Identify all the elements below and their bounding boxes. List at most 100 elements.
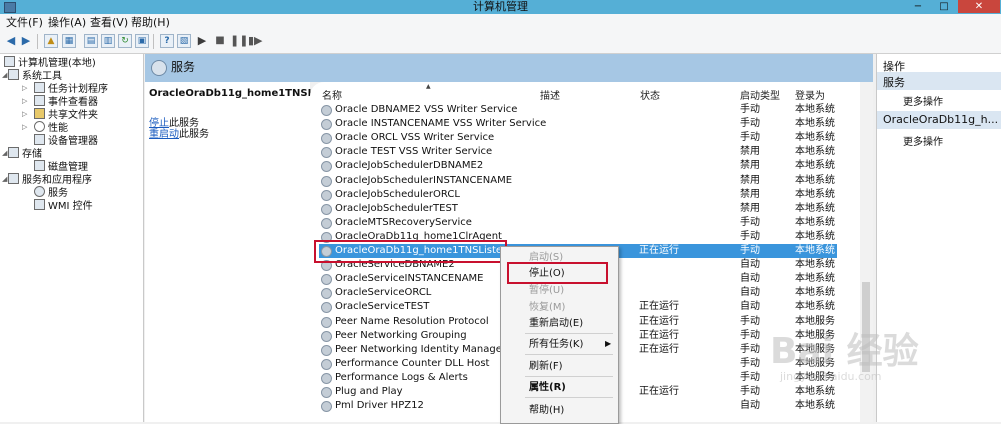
menu-all-tasks[interactable]: 所有任务(K)	[529, 338, 583, 351]
menu-refresh[interactable]: 刷新(F)	[529, 360, 563, 373]
table-row[interactable]: Oracle ORCL VSS Writer Service 手动 本地系统	[319, 131, 837, 145]
column-header-name[interactable]: 名称	[322, 87, 342, 102]
tree-label: 服务和应用程序	[22, 175, 92, 186]
show-hide-icon[interactable]: ▧	[177, 34, 191, 48]
expand-icon[interactable]: ▷	[22, 121, 30, 134]
start-service-icon[interactable]: ▶	[195, 34, 209, 48]
table-row[interactable]: OracleMTSRecoveryService 手动 本地系统	[319, 216, 837, 230]
column-header-description[interactable]: 描述	[540, 87, 560, 102]
pause-service-icon[interactable]: ❚❚	[230, 34, 248, 48]
device-manager-icon	[34, 134, 45, 145]
menu-properties[interactable]: 属性(R)	[529, 381, 566, 394]
menu-action[interactable]: 操作(A)	[48, 15, 86, 30]
service-startup-type: 自动	[740, 259, 760, 270]
menu-file[interactable]: 文件(F)	[6, 15, 43, 30]
menu-help[interactable]: 帮助(H)	[131, 15, 170, 30]
collapse-icon[interactable]: ◢	[2, 147, 10, 160]
tree-label: WMI 控件	[48, 201, 93, 212]
tree-services-apps[interactable]: ◢ 服务和应用程序	[2, 173, 92, 186]
event-viewer-icon	[34, 95, 45, 106]
more-actions-link[interactable]: 更多操作	[903, 133, 943, 148]
restart-service-link[interactable]: 重启动	[149, 129, 179, 140]
collapse-icon[interactable]: ◢	[2, 69, 10, 82]
service-log-on-as: 本地系统	[795, 231, 835, 242]
properties-icon[interactable]: ▤	[84, 34, 98, 48]
gear-icon	[34, 186, 45, 197]
stop-service-icon[interactable]: ■	[213, 34, 227, 48]
expand-icon[interactable]: ▷	[22, 82, 30, 95]
disk-icon	[34, 160, 45, 171]
tree-root[interactable]: 计算机管理(本地)	[4, 56, 96, 69]
tree-storage[interactable]: ◢ 存储	[2, 147, 42, 160]
export-list-icon[interactable]: ▥	[101, 34, 115, 48]
table-row[interactable]: Oracle DBNAME2 VSS Writer Service 手动 本地系统	[319, 103, 837, 117]
column-header-startup-type[interactable]: 启动类型	[740, 87, 780, 102]
services-header-title: 服务	[171, 60, 196, 74]
tree-label: 系统工具	[22, 71, 62, 82]
menu-bar: 文件(F) 操作(A) 查看(V) 帮助(H)	[0, 14, 1001, 31]
gear-icon	[321, 133, 332, 144]
menu-help[interactable]: 帮助(H)	[529, 404, 564, 417]
tree-device-manager[interactable]: 设备管理器	[34, 134, 98, 147]
tree-disk-management[interactable]: 磁盘管理	[34, 160, 88, 173]
refresh-icon[interactable]: ↻	[118, 34, 132, 48]
performance-icon	[34, 121, 45, 132]
more-actions-link[interactable]: 更多操作	[903, 93, 943, 108]
computer-icon	[4, 56, 15, 67]
toolbar-divider	[37, 34, 38, 49]
expand-icon[interactable]: ▷	[22, 95, 30, 108]
help-icon[interactable]: ?	[160, 34, 174, 48]
maximize-button[interactable]: □	[931, 0, 957, 13]
service-log-on-as: 本地系统	[795, 146, 835, 157]
gear-icon	[321, 288, 332, 299]
console-tree: 计算机管理(本地) ◢ 系统工具 ▷ 任务计划程序 ▷ 事件查看器 ▷ 共享文件夹 ▷ 性…	[0, 54, 144, 422]
tree-system-tools[interactable]: ◢ 系统工具	[2, 69, 62, 82]
column-header-status[interactable]: 状态	[640, 87, 660, 102]
restart-service-icon[interactable]: ▮▶	[248, 34, 263, 48]
table-row[interactable]: Oracle TEST VSS Writer Service 禁用 本地系统	[319, 145, 837, 159]
table-row[interactable]: Oracle INSTANCENAME VSS Writer Service 手动…	[319, 117, 837, 131]
table-row[interactable]: OracleJobSchedulerTEST 禁用 本地系统	[319, 202, 837, 216]
back-arrow-icon[interactable]: ◀	[4, 34, 18, 48]
wmi-icon	[34, 199, 45, 210]
service-name: Oracle DBNAME2 VSS Writer Service	[335, 104, 518, 115]
table-row[interactable]: OracleJobSchedulerORCL 禁用 本地系统	[319, 188, 837, 202]
view-icon[interactable]: ▣	[135, 34, 149, 48]
tree-label: 服务	[48, 188, 68, 199]
actions-section-services[interactable]: 服务	[877, 72, 1001, 90]
service-name: OracleJobSchedulerTEST	[335, 203, 458, 214]
collapse-icon[interactable]: ◢	[2, 173, 10, 186]
service-log-on-as: 本地系统	[795, 273, 835, 284]
gear-icon	[321, 331, 332, 342]
gear-icon	[321, 373, 332, 384]
service-startup-type: 自动	[740, 287, 760, 298]
actions-section-selected[interactable]: OracleOraDb11g_h...	[877, 111, 1001, 129]
column-header-log-on-as[interactable]: 登录为	[795, 87, 825, 102]
tree-event-viewer[interactable]: ▷ 事件查看器	[22, 95, 98, 108]
actions-section-label: 服务	[883, 76, 905, 89]
tree-shared-folders[interactable]: ▷ 共享文件夹	[22, 108, 98, 121]
tree-task-scheduler[interactable]: ▷ 任务计划程序	[22, 82, 108, 95]
forward-arrow-icon[interactable]: ▶	[19, 34, 33, 48]
close-button[interactable]: ✕	[958, 0, 1000, 13]
table-row[interactable]: OracleJobSchedulerINSTANCENAME 禁用 本地系统	[319, 174, 837, 188]
service-startup-type: 手动	[740, 118, 760, 129]
minimize-button[interactable]: −	[905, 0, 931, 13]
restart-service-text: 此服务	[179, 129, 209, 140]
service-startup-type: 自动	[740, 301, 760, 312]
menu-restart[interactable]: 重新启动(E)	[529, 317, 583, 330]
service-startup-type: 自动	[740, 273, 760, 284]
table-row[interactable]: OracleJobSchedulerDBNAME2 禁用 本地系统	[319, 159, 837, 173]
gear-icon	[321, 119, 332, 130]
tree-wmi-control[interactable]: WMI 控件	[34, 199, 93, 212]
console-tree-icon[interactable]: ▦	[62, 34, 76, 48]
tree-services[interactable]: 服务	[34, 186, 68, 199]
service-name: Oracle TEST VSS Writer Service	[335, 146, 493, 157]
service-status: 正在运行	[639, 245, 679, 256]
tree-performance[interactable]: ▷ 性能	[22, 121, 68, 134]
up-folder-icon[interactable]: ▲	[44, 34, 58, 48]
gear-icon	[321, 161, 332, 172]
expand-icon[interactable]: ▷	[22, 108, 30, 121]
menu-view[interactable]: 查看(V)	[90, 15, 128, 30]
gear-icon	[321, 302, 332, 313]
